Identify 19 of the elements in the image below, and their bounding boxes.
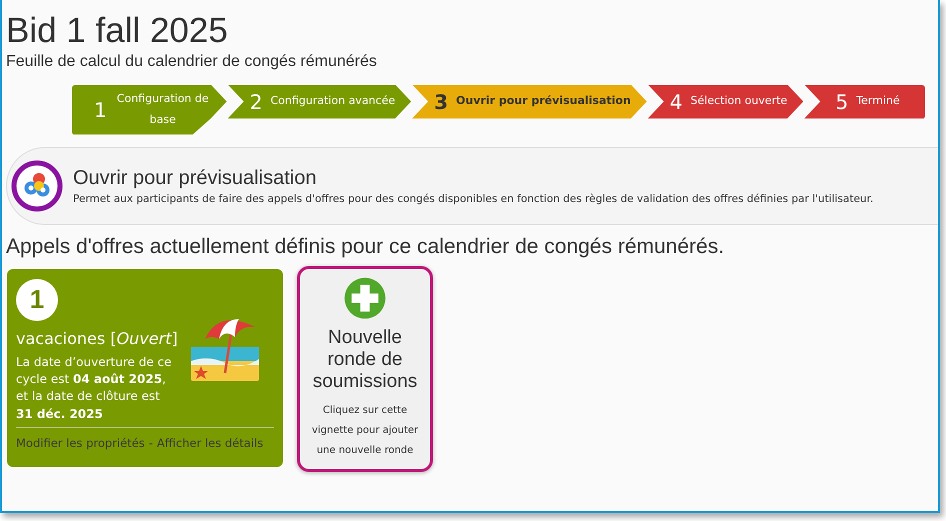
round-number: 1 xyxy=(16,278,58,320)
phase-title: Ouvrir pour prévisualisation xyxy=(73,166,318,190)
section-heading: Appels d'offres actuellement définis pour ce calendrier de congés rémunérés. xyxy=(6,234,724,258)
wizard-step[interactable]: 4 Sélection ouverte xyxy=(648,84,804,118)
link-separator: - xyxy=(148,436,153,450)
page-title: Bid 1 fall 2025 xyxy=(6,12,229,50)
page-subtitle: Feuille de calcul du calendrier de congés rémunérés xyxy=(6,52,377,70)
new-round-tile[interactable]: Nouvelle ronde de soumissions Cliquez sur cette vignette pour ajouter une nouvelle ronde xyxy=(297,266,433,472)
phase-description: Permet aux participants de faire des appels d'offres pour des congés disponibles en fonction des règles de validation des offres définies par l'utilisateur. xyxy=(73,192,874,204)
card-link[interactable]: Modifier les propriétés xyxy=(16,436,145,450)
round-description: La date d’ouverture de ce cycle est 04 août 2025, et la date de clôture est 31 déc. 2025 xyxy=(16,354,172,423)
wizard-step[interactable]: 5 Terminé xyxy=(804,84,925,118)
wizard-step[interactable]: 2 Configuration avancée xyxy=(228,84,412,118)
wizard-step[interactable]: 3 Ouvrir pour prévisualisation xyxy=(412,84,647,118)
new-round-hint: Cliquez sur cette vignette pour ajouter une nouvelle ronde xyxy=(310,404,420,458)
round-name: vacaciones [Ouvert] xyxy=(16,328,179,348)
card-link[interactable]: Afficher les détails xyxy=(156,436,264,450)
chips-icon xyxy=(11,160,63,212)
new-round-title: Nouvelle ronde de soumissions xyxy=(312,326,418,392)
